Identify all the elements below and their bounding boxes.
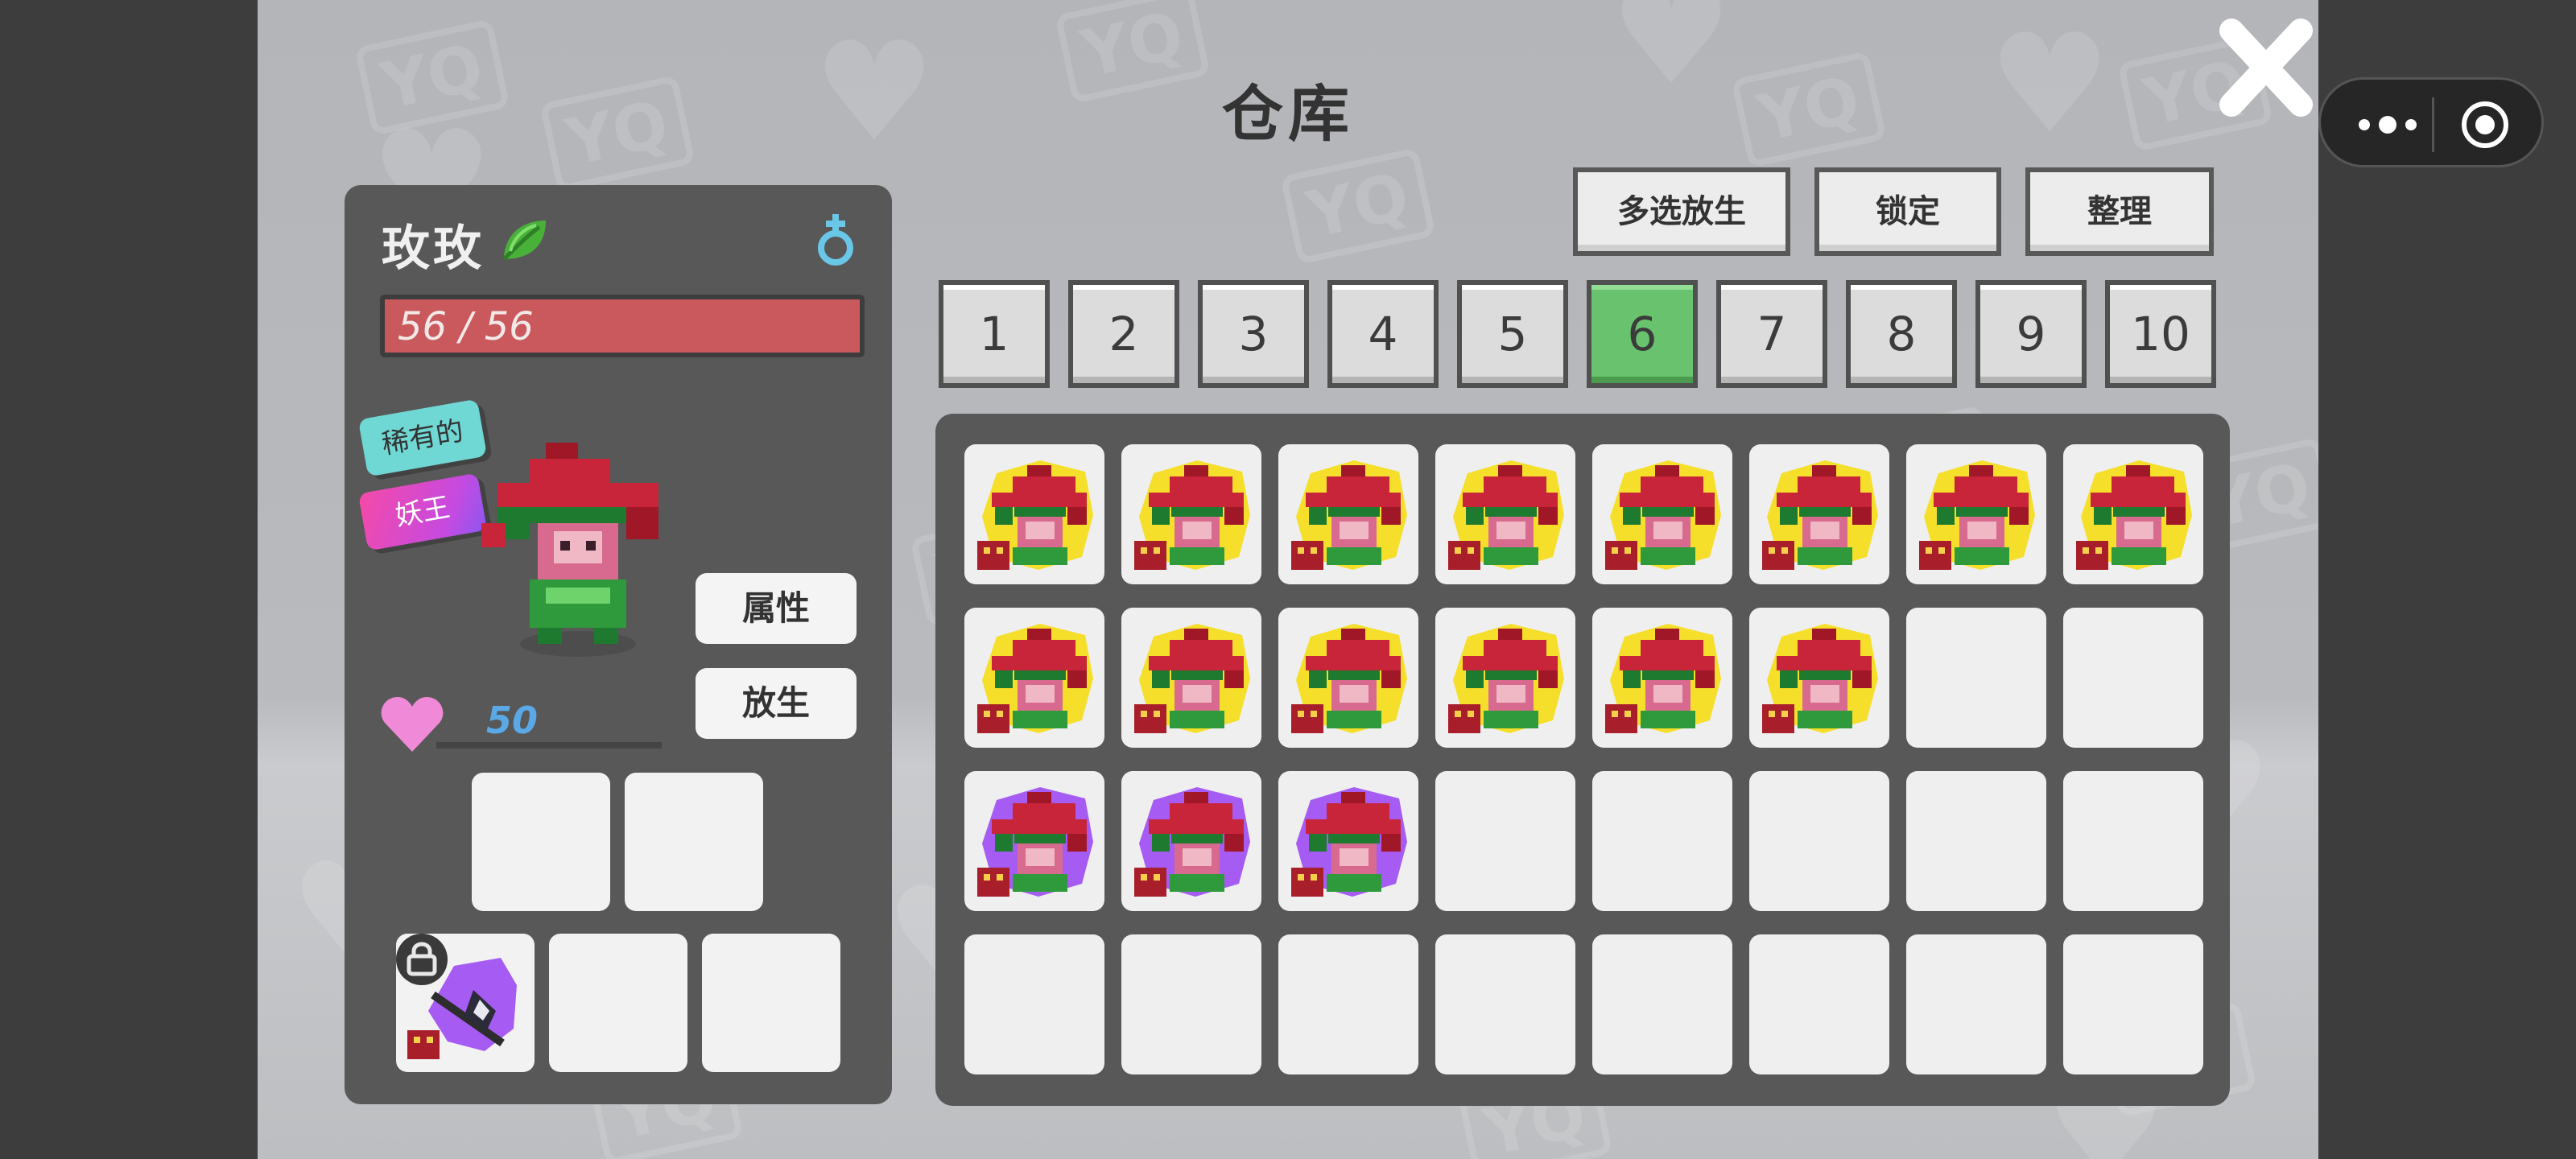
pet-sprite-icon [977,624,1093,733]
inventory-slot[interactable] [1592,444,1732,584]
pet-sprite-icon [1291,787,1407,897]
pet-sprite-icon [1134,624,1250,733]
inventory-slot-empty[interactable] [1278,934,1418,1074]
inventory-slot-empty[interactable] [1749,934,1889,1074]
pet-sprite-icon [977,787,1093,897]
page-tab-4[interactable]: 4 [1327,280,1439,388]
inventory-slot[interactable] [1278,771,1418,911]
inventory-slot-empty[interactable] [1592,934,1732,1074]
pet-detail-panel: 玫玫 56 / 56 稀有的 妖王 属性 放生 50 [345,185,892,1104]
inventory-slot-empty[interactable] [1749,771,1889,911]
inventory-slot-empty[interactable] [1121,934,1261,1074]
pet-sprite-icon [1291,624,1407,733]
pet-sprite-icon [1762,624,1878,733]
inventory-grid [935,414,2230,1106]
inventory-slot[interactable] [1278,608,1418,748]
title-tag: 妖王 [357,472,488,551]
lock-icon [407,942,437,976]
leaf-icon [502,221,546,261]
inventory-slot-empty[interactable] [1592,771,1732,911]
inventory-slot[interactable] [1749,444,1889,584]
inventory-slot-empty[interactable] [2063,934,2203,1074]
inventory-slot[interactable] [1435,444,1575,584]
affection-underline [436,742,662,749]
inventory-slot[interactable] [1121,608,1261,748]
inventory-slot[interactable] [1749,608,1889,748]
record-circle-icon[interactable] [2459,99,2511,151]
inventory-slot[interactable] [1121,771,1261,911]
inventory-slot[interactable] [1278,444,1418,584]
inventory-slot[interactable] [1435,608,1575,748]
watermark: YQ [1280,147,1436,265]
pet-sprite-icon [1448,460,1564,570]
female-symbol-icon [818,214,853,266]
equipment-slot[interactable] [625,773,763,911]
inventory-slot-empty[interactable] [2063,608,2203,748]
pet-sprite-icon [1291,460,1407,570]
sort-button[interactable]: 整理 [2025,167,2214,256]
inventory-slot[interactable] [1906,444,2046,584]
equipment-slot-weapon[interactable] [396,934,535,1072]
inventory-slot-empty[interactable] [1435,934,1575,1074]
pet-sprite-icon [1134,460,1250,570]
inventory-slot[interactable] [964,444,1104,584]
inventory-slot[interactable] [1121,444,1261,584]
inventory-slot[interactable] [2063,444,2203,584]
affection-value: 50 [486,699,539,742]
inventory-slot-empty[interactable] [1906,771,2046,911]
pet-sprite-icon [1448,624,1564,733]
inventory-slot-empty[interactable] [2063,771,2203,911]
more-dots-icon[interactable] [2351,102,2424,147]
page-tab-7[interactable]: 7 [1716,280,1827,388]
pet-sprite-icon [1919,460,2035,570]
inventory-slot[interactable] [964,608,1104,748]
pet-sprite-icon [2076,460,2192,570]
mini-program-capsule [2318,77,2544,167]
page-tab-2[interactable]: 2 [1068,280,1179,388]
page-tab-1[interactable]: 1 [939,280,1050,388]
pet-sprite-icon [1605,624,1721,733]
letterbox-right [2318,0,2576,1159]
pet-name: 玫玫 [382,221,485,277]
equipment-slot[interactable] [549,934,687,1072]
release-button[interactable]: 放生 [696,668,857,739]
pet-sprite [481,443,658,657]
heart-icon [381,697,444,752]
multi-release-button[interactable]: 多选放生 [1573,167,1790,256]
page-tab-5[interactable]: 5 [1457,280,1568,388]
page-title: 仓库 [1222,78,1354,150]
pet-sprite-icon [977,460,1093,570]
inventory-slot-empty[interactable] [1435,771,1575,911]
inventory-slot-empty[interactable] [1906,608,2046,748]
pet-sprite-icon [1605,460,1721,570]
page-tab-6[interactable]: 6 [1587,280,1698,388]
pet-sprite-icon [1762,460,1878,570]
attributes-button[interactable]: 属性 [696,573,857,644]
pet-sprite-icon [1134,787,1250,897]
lock-button[interactable]: 锁定 [1814,167,2001,256]
hp-value: 56 / 56 [398,304,534,349]
page-tab-3[interactable]: 3 [1198,280,1309,388]
inventory-slot[interactable] [1592,608,1732,748]
warehouse-screen: YQYQYQYQYQYQYQYQYQYQYQYQYQYQYQYQ♥♥♥♥♥♥♥♥… [258,0,2318,1159]
lock-badge [396,934,448,985]
page-tab-8[interactable]: 8 [1846,280,1957,388]
inventory-slot-empty[interactable] [1906,934,2046,1074]
inventory-slot[interactable] [964,771,1104,911]
close-icon [2219,19,2313,117]
close-button[interactable] [2206,14,2318,127]
equipment-slot[interactable] [472,773,610,911]
hp-bar: 56 / 56 [380,295,865,357]
inventory-slot-empty[interactable] [964,934,1104,1074]
page-tab-9[interactable]: 9 [1975,280,2087,388]
capsule-divider [2432,97,2434,152]
equipment-slot[interactable] [702,934,840,1072]
page-tab-10[interactable]: 10 [2105,280,2216,388]
rarity-tag: 稀有的 [357,398,488,477]
letterbox-left [0,0,258,1159]
